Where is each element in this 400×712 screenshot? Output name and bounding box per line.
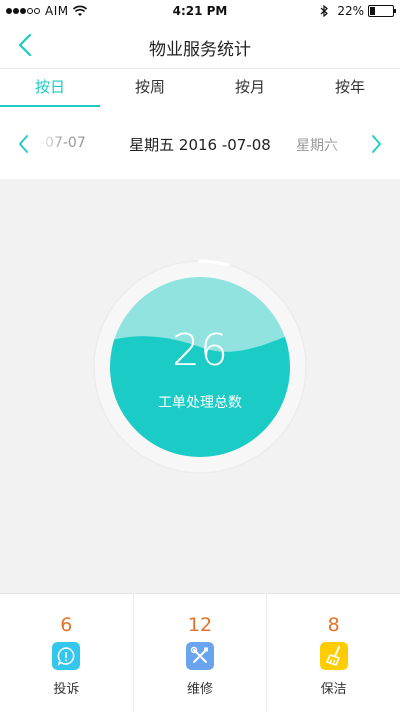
status-right: 22% (319, 4, 396, 18)
cleaning-broom-icon (319, 642, 348, 670)
repair-tools-icon (186, 642, 214, 670)
total-count: 26 (172, 325, 228, 376)
stat-complaint[interactable]: 6 投诉 (0, 594, 134, 712)
date-selector: -07-07 星期五 2016 -07-08 星期六 (0, 107, 400, 179)
stat-count: 8 (327, 614, 340, 636)
stat-repair[interactable]: 12 维修 (134, 594, 268, 712)
stat-count: 6 (60, 614, 73, 636)
battery-icon (368, 5, 396, 17)
complaint-icon (52, 642, 81, 670)
tab-year[interactable]: 按年 (300, 69, 400, 107)
category-stats: 6 投诉 12 维修 8 保洁 (0, 593, 400, 712)
fade-left (38, 131, 64, 157)
total-gauge: 26 工单处理总数 (93, 259, 307, 474)
next-date-button[interactable] (368, 133, 384, 155)
bluetooth-icon (320, 5, 329, 17)
chevron-right-icon (372, 135, 381, 153)
stat-label: 维修 (187, 682, 214, 697)
stat-count: 12 (187, 614, 213, 636)
tab-month[interactable]: 按月 (200, 69, 300, 107)
status-bar: AIM 4:21 PM 22% (0, 0, 400, 22)
stat-label: 投诉 (53, 682, 80, 697)
tab-week[interactable]: 按周 (100, 69, 200, 107)
nav-bar: 物业服务统计 (0, 22, 400, 68)
page-title: 物业服务统计 (149, 40, 251, 60)
battery-percent: 22% (337, 4, 364, 18)
battery-fill (370, 7, 375, 15)
fade-right (330, 131, 360, 157)
main-area: 26 工单处理总数 (0, 179, 400, 593)
stat-cleaning[interactable]: 8 保洁 (267, 594, 400, 712)
stat-label: 保洁 (320, 682, 347, 697)
tab-day[interactable]: 按日 (0, 69, 100, 108)
period-tabs: 按日 按周 按月 按年 (0, 68, 400, 108)
total-label: 工单处理总数 (158, 395, 242, 411)
